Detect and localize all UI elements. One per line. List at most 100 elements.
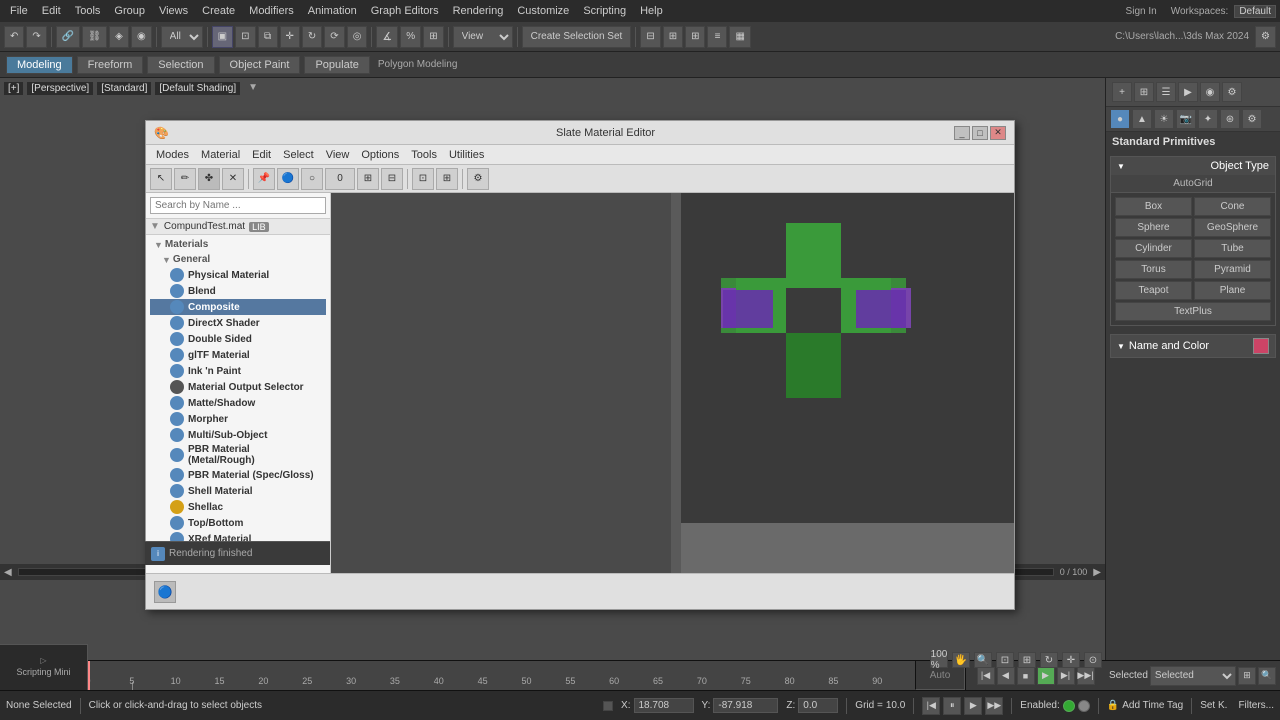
- mirror-button[interactable]: ⊟: [640, 26, 660, 48]
- timeline-ruler[interactable]: 0 5 10 15 20 25 30 35 40 45 50 55 60 65 …: [88, 661, 965, 690]
- mat-select-tool[interactable]: ↖: [150, 168, 172, 190]
- tab-modeling[interactable]: Modeling: [6, 56, 73, 74]
- material-view[interactable]: View1 Map #5 Composite: [331, 193, 1014, 573]
- add-time-tag-icon[interactable]: 🔒: [1107, 700, 1119, 711]
- obj-cone-button[interactable]: Cone: [1194, 197, 1271, 216]
- rp-helper-icon[interactable]: ✦: [1198, 109, 1218, 129]
- autogroup-checkbox[interactable]: AutoGrid: [1111, 175, 1275, 193]
- mat-item-morpher[interactable]: Morpher: [150, 411, 326, 427]
- tc-play-btn[interactable]: ▶: [1037, 667, 1055, 685]
- mat-spread-tool[interactable]: ⊞: [357, 168, 379, 190]
- view-dropdown[interactable]: View: [453, 26, 513, 48]
- node-network[interactable]: Map #5 Composite 4 Layers Map #4 Composi…: [331, 193, 671, 573]
- filter-dropdown[interactable]: All: [161, 26, 203, 48]
- bind-button[interactable]: ◈: [109, 26, 129, 48]
- tc-prev-key-btn[interactable]: |◀: [977, 667, 995, 685]
- z-input[interactable]: [798, 698, 838, 713]
- rp-camera-icon[interactable]: 📷: [1176, 109, 1196, 129]
- snap-toggle[interactable]: [603, 701, 613, 711]
- mat-item-double-sided[interactable]: Double Sided: [150, 331, 326, 347]
- unlink-button[interactable]: ⛓: [82, 26, 107, 48]
- mat-item-shell[interactable]: Shell Material: [150, 483, 326, 499]
- filters-label[interactable]: Filters...: [1238, 700, 1274, 711]
- vp-standard-label[interactable]: [Standard]: [97, 82, 151, 95]
- zoom-navigate-btn[interactable]: 🖐: [952, 652, 970, 668]
- mat-item-blend[interactable]: Blend: [150, 283, 326, 299]
- window-crossing-button[interactable]: ⧉: [258, 26, 278, 48]
- tab-freeform[interactable]: Freeform: [77, 56, 144, 74]
- minimize-button[interactable]: _: [954, 126, 970, 140]
- tab-selection[interactable]: Selection: [147, 56, 214, 74]
- align-button[interactable]: ⊞: [663, 26, 683, 48]
- reference-button[interactable]: ◎: [347, 26, 368, 48]
- mat-item-physical[interactable]: Physical Material: [150, 267, 326, 283]
- menu-graph-editors[interactable]: Graph Editors: [365, 3, 445, 19]
- mat-item-composite[interactable]: Composite: [150, 299, 326, 315]
- frame-play-btn[interactable]: ▶: [964, 697, 982, 715]
- obj-teapot-button[interactable]: Teapot: [1115, 281, 1192, 300]
- zoom-pan-btn[interactable]: ✛: [1062, 652, 1080, 668]
- obj-textplus-button[interactable]: TextPlus: [1115, 302, 1271, 321]
- angle-snap-button[interactable]: ∡: [376, 26, 398, 48]
- mat-item-shellac[interactable]: Shellac: [150, 499, 326, 515]
- menu-edit[interactable]: Edit: [36, 3, 67, 19]
- mat-frame-tool[interactable]: ⊡: [412, 168, 434, 190]
- maximize-button[interactable]: □: [972, 126, 988, 140]
- mat-options-tool[interactable]: ⚙: [467, 168, 489, 190]
- mat-menu-modes[interactable]: Modes: [150, 148, 195, 162]
- enabled-toggle[interactable]: [1078, 700, 1090, 712]
- search-input[interactable]: [150, 197, 326, 214]
- set-k-label[interactable]: Set K.: [1200, 700, 1227, 711]
- rp-utilities-icon[interactable]: ⚙: [1222, 82, 1242, 102]
- name-color-header[interactable]: Name and Color: [1111, 335, 1275, 357]
- obj-pyramid-button[interactable]: Pyramid: [1194, 260, 1271, 279]
- tc-next-key-btn[interactable]: ▶▶|: [1077, 667, 1095, 685]
- rp-systems-icon[interactable]: ⚙: [1242, 109, 1262, 129]
- mat-menu-options[interactable]: Options: [355, 148, 405, 162]
- obj-torus-button[interactable]: Torus: [1115, 260, 1192, 279]
- tc-prev-frame-btn[interactable]: ◀: [997, 667, 1015, 685]
- obj-plane-button[interactable]: Plane: [1194, 281, 1271, 300]
- workspace-dropdown[interactable]: Default: [1234, 5, 1276, 18]
- menu-tools[interactable]: Tools: [69, 3, 107, 19]
- scripting-mini-panel[interactable]: ▷ Scripting Mini: [0, 644, 88, 690]
- x-input[interactable]: [634, 698, 694, 713]
- mat-render-preview[interactable]: 🔵: [154, 581, 176, 603]
- color-swatch[interactable]: [1253, 338, 1269, 354]
- settings-button[interactable]: ⚙: [1255, 26, 1276, 48]
- link-button[interactable]: 🔗: [56, 26, 80, 48]
- rp-hierarchy-icon[interactable]: ☰: [1156, 82, 1176, 102]
- mat-menu-material[interactable]: Material: [195, 148, 246, 162]
- bind-space-button[interactable]: ◉: [131, 26, 152, 48]
- mat-item-directx[interactable]: DirectX Shader: [150, 315, 326, 331]
- zoom-orbit-btn[interactable]: ↻: [1040, 652, 1058, 668]
- zoom-region-btn[interactable]: ⊞: [1018, 652, 1036, 668]
- menu-scripting[interactable]: Scripting: [577, 3, 632, 19]
- obj-sphere-button[interactable]: Sphere: [1115, 218, 1192, 237]
- sign-in-label[interactable]: Sign In: [1118, 6, 1165, 17]
- mat-link-tool[interactable]: ✤: [198, 168, 220, 190]
- mat-menu-edit[interactable]: Edit: [246, 148, 277, 162]
- rp-lights-icon[interactable]: ☀: [1154, 109, 1174, 129]
- nav-prev-btn[interactable]: ◀: [4, 567, 12, 578]
- obj-box-button[interactable]: Box: [1115, 197, 1192, 216]
- menu-customize[interactable]: Customize: [511, 3, 575, 19]
- menu-help[interactable]: Help: [634, 3, 669, 19]
- 3d-viewport[interactable]: [681, 193, 1014, 523]
- mat-zoom-sel-tool[interactable]: ⊞: [436, 168, 458, 190]
- rp-space-icon[interactable]: ⊛: [1220, 109, 1240, 129]
- vp-bracket-label[interactable]: [+]: [4, 82, 23, 95]
- rp-create-icon[interactable]: +: [1112, 82, 1132, 102]
- obj-geosphere-button[interactable]: GeoSphere: [1194, 218, 1271, 237]
- vp-perspective-label[interactable]: [Perspective]: [27, 82, 93, 95]
- close-button[interactable]: ✕: [990, 126, 1006, 140]
- mat-delete-tool[interactable]: ✕: [222, 168, 244, 190]
- menu-create[interactable]: Create: [196, 3, 241, 19]
- mat-sphere-tool[interactable]: ○: [301, 168, 323, 190]
- mat-item-pbr-spec[interactable]: PBR Material (Spec/Gloss): [150, 467, 326, 483]
- select-scale-button[interactable]: ⟳: [324, 26, 344, 48]
- snap-button[interactable]: ⊞: [423, 26, 443, 48]
- mat-item-multi-sub[interactable]: Multi/Sub-Object: [150, 427, 326, 443]
- rp-modify-icon[interactable]: ⊞: [1134, 82, 1154, 102]
- select-button[interactable]: ▣: [212, 26, 233, 48]
